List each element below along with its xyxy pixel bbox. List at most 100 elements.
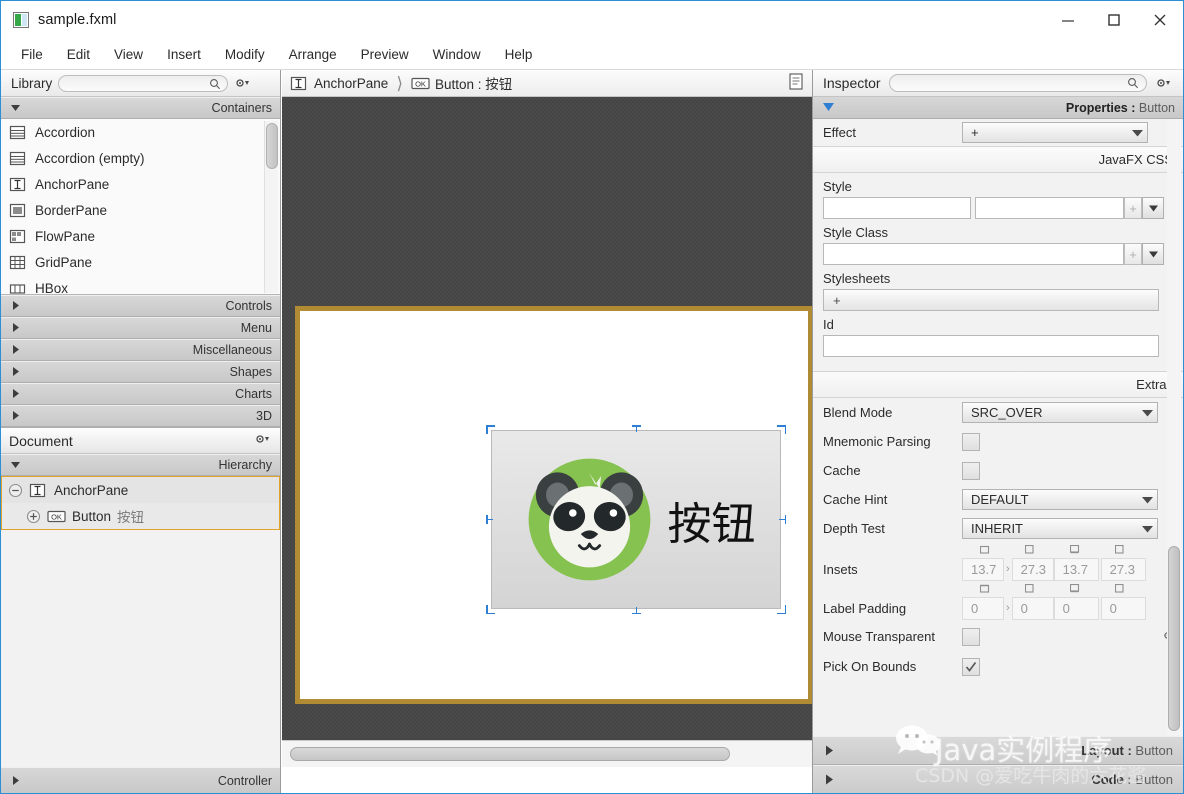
borderpane-icon [9, 203, 26, 218]
controller-section-header[interactable]: Controller [1, 767, 280, 793]
id-field[interactable] [823, 335, 1159, 357]
selection-handle-tr[interactable] [777, 425, 786, 434]
menu-help[interactable]: Help [493, 43, 545, 66]
javafx-css-section-header: JavaFX CSS [813, 146, 1183, 173]
library-item-gridpane[interactable]: GridPane [1, 249, 280, 275]
minimize-icon[interactable] [1045, 1, 1091, 39]
menu-insert[interactable]: Insert [155, 43, 213, 66]
selection-handle-tc[interactable] [632, 425, 641, 434]
insets-field-bottom[interactable]: 13.7 [1053, 557, 1099, 581]
design-canvas[interactable]: 按钮 [282, 97, 812, 767]
menu-modify[interactable]: Modify [213, 43, 277, 66]
style-field-left[interactable] [823, 197, 971, 219]
style-class-add-button[interactable]: + [1124, 243, 1142, 265]
root-anchorpane[interactable]: 按钮 [295, 306, 812, 704]
label-padding-field-right[interactable]: 0 [1011, 596, 1054, 620]
style-dropdown-button[interactable] [1142, 197, 1164, 219]
depth-test-value: INHERIT [971, 521, 1023, 536]
expand-icon[interactable] [26, 509, 41, 524]
document-gear-icon[interactable] [254, 433, 272, 448]
selection-handle-bl[interactable] [486, 605, 495, 614]
menu-edit[interactable]: Edit [55, 43, 102, 66]
library-section-3d[interactable]: 3D [1, 405, 280, 427]
style-class-dropdown-button[interactable] [1142, 243, 1164, 265]
cache-hint-combo[interactable]: DEFAULT [962, 489, 1158, 510]
tree-item-button[interactable]: OK Button 按钮 [2, 503, 279, 529]
pick-on-bounds-checkbox[interactable] [962, 657, 980, 676]
selection-handle-tl[interactable] [486, 425, 495, 434]
menu-file[interactable]: File [9, 43, 55, 66]
library-item-hbox[interactable]: HBox [1, 275, 280, 295]
library-section-label: Controls [225, 299, 272, 313]
layout-section-header[interactable]: Layout : Button [813, 736, 1183, 765]
collapse-icon[interactable] [8, 483, 23, 498]
document-icon[interactable] [788, 73, 804, 93]
blend-mode-combo[interactable]: SRC_OVER [962, 402, 1158, 423]
menu-arrange[interactable]: Arrange [277, 43, 349, 66]
canvas-scrollbar-thumb[interactable] [290, 747, 730, 761]
library-item-flowpane[interactable]: FlowPane [1, 223, 280, 249]
mnemonic-parsing-checkbox[interactable] [962, 432, 980, 451]
breadcrumb-item-button[interactable]: Button : 按钮 [435, 73, 512, 93]
menu-preview[interactable]: Preview [349, 43, 421, 66]
tree-item-anchorpane[interactable]: AnchorPane [2, 477, 279, 503]
pick-on-bounds-row: Pick On Bounds [813, 652, 1183, 681]
depth-test-combo[interactable]: INHERIT [962, 518, 1158, 539]
library-section-miscellaneous[interactable]: Miscellaneous [1, 339, 280, 361]
maximize-icon[interactable] [1091, 1, 1137, 39]
layout-header-target: Button [1135, 743, 1173, 758]
library-section-menu[interactable]: Menu [1, 317, 280, 339]
effect-combo[interactable]: + [962, 122, 1148, 143]
chevron-right-icon [11, 321, 20, 335]
mouse-transparent-checkbox[interactable] [962, 627, 980, 646]
inspector-scrollbar-thumb[interactable] [1168, 546, 1180, 731]
cache-checkbox[interactable] [962, 461, 980, 480]
label-padding-field-bottom[interactable]: 0 [1053, 596, 1099, 620]
menu-window[interactable]: Window [421, 43, 493, 66]
hbox-icon [9, 281, 26, 295]
code-section-header[interactable]: Code : Button [813, 765, 1183, 793]
selection-handle-bc[interactable] [632, 605, 641, 614]
selection-handle-br[interactable] [777, 605, 786, 614]
stylesheets-add-button[interactable]: + [823, 289, 1159, 311]
tree-item-label: AnchorPane [54, 482, 129, 498]
selection-handle-mr[interactable] [777, 515, 786, 524]
fxml-file-icon [13, 12, 29, 28]
canvas-horizontal-scrollbar[interactable] [282, 740, 812, 767]
cache-hint-label: Cache Hint [823, 492, 888, 507]
library-item-anchorpane[interactable]: AnchorPane [1, 171, 280, 197]
cache-label: Cache [823, 463, 861, 478]
breadcrumb-item-anchorpane[interactable]: AnchorPane [314, 76, 388, 91]
library-section-charts[interactable]: Charts [1, 383, 280, 405]
insets-field-top[interactable]: 13.7 [962, 557, 1004, 581]
library-section-controls[interactable]: Controls [1, 295, 280, 317]
library-item-accordion[interactable]: Accordion [1, 119, 280, 145]
selection-handle-ml[interactable] [486, 515, 495, 524]
library-search-input[interactable] [58, 74, 229, 92]
library-gear-icon[interactable] [234, 77, 252, 89]
library-item-borderpane[interactable]: BorderPane [1, 197, 280, 223]
library-scrollbar[interactable] [264, 121, 278, 293]
properties-section-header[interactable]: Properties : Button [813, 97, 1183, 119]
hierarchy-section-header[interactable]: Hierarchy [1, 454, 280, 476]
insets-field-right[interactable]: 27.3 [1011, 557, 1054, 581]
stylesheets-label: Stylesheets [823, 271, 891, 286]
inspector-scrollbar[interactable] [1167, 119, 1181, 735]
library-item-accordion-empty[interactable]: Accordion (empty) [1, 145, 280, 171]
inset-left-anchor-icon [1097, 545, 1142, 554]
style-field-right[interactable] [975, 197, 1124, 219]
library-section-shapes[interactable]: Shapes [1, 361, 280, 383]
style-class-field[interactable] [823, 243, 1124, 265]
label-padding-field-left[interactable]: 0 [1100, 596, 1146, 620]
label-padding-field-top[interactable]: 0 [962, 596, 1004, 620]
style-add-button[interactable]: + [1124, 197, 1142, 219]
inspector-gear-icon[interactable] [1155, 77, 1173, 89]
inspector-search-input[interactable] [888, 74, 1147, 92]
menu-view[interactable]: View [102, 43, 155, 66]
close-icon[interactable] [1137, 1, 1183, 39]
fx-button[interactable]: 按钮 [491, 430, 781, 609]
anchorpane-icon [290, 76, 307, 91]
library-scrollbar-thumb[interactable] [266, 123, 278, 169]
library-section-containers[interactable]: Containers [1, 97, 280, 119]
insets-field-left[interactable]: 27.3 [1100, 557, 1146, 581]
